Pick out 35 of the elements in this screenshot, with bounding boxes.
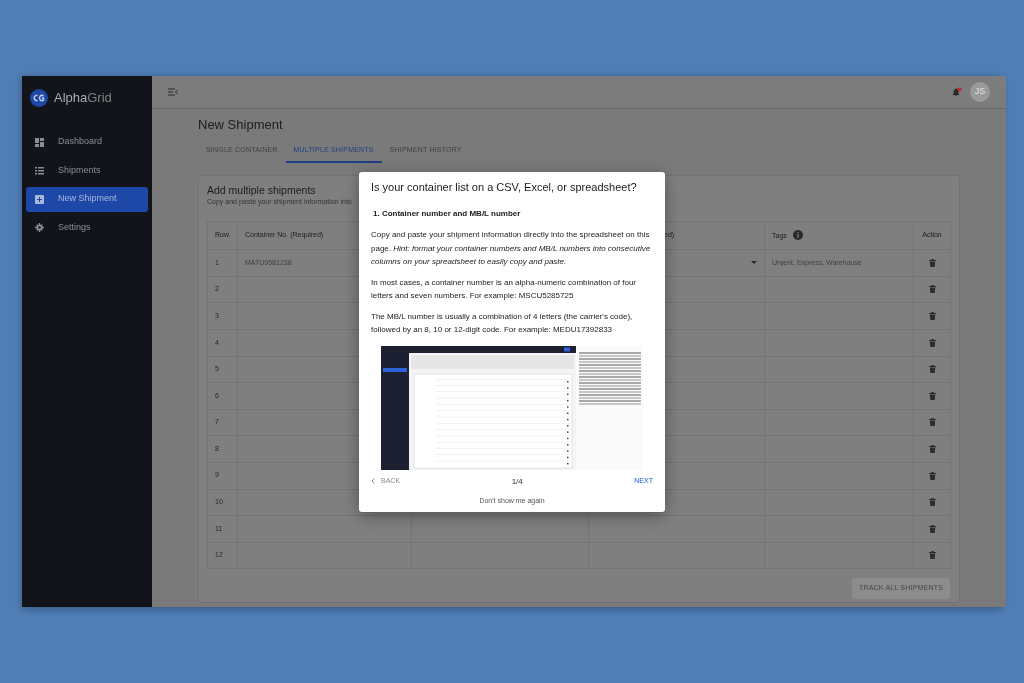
trash-icon[interactable] xyxy=(928,312,936,321)
trash-icon[interactable] xyxy=(928,524,936,533)
step-heading: 1. Container number and MB/L number xyxy=(373,208,522,221)
list-icon xyxy=(35,166,44,176)
sidebar-item[interactable]: Settings xyxy=(26,215,148,241)
trash-icon[interactable] xyxy=(928,551,936,560)
plus-icon xyxy=(35,194,44,204)
trash-icon[interactable] xyxy=(928,445,936,454)
page-indicator: 1/4 xyxy=(511,475,523,488)
trash-icon[interactable] xyxy=(928,471,936,480)
trash-icon[interactable] xyxy=(928,391,936,400)
page-title: New Shipment xyxy=(198,117,284,133)
trash-icon[interactable] xyxy=(928,365,936,374)
instruction-text: In most cases, a container number is an alpha-numeric combination of four letters and seven numbers. For example: MSCU5285725 xyxy=(371,276,638,303)
dashboard-icon xyxy=(35,137,44,147)
sidebar-item[interactable]: Dashboard xyxy=(26,129,148,155)
trash-icon[interactable] xyxy=(928,498,936,507)
chevron-left-icon xyxy=(371,478,375,485)
trash-icon[interactable] xyxy=(928,285,936,294)
settings-icon xyxy=(35,223,44,233)
instruction-text: The MB/L number is usually a combination of 4 letters (the carrier's code), followed by an 8, 10 or 12-digit code. For example: MEDU17392833 xyxy=(371,310,634,337)
logo-icon xyxy=(30,88,48,107)
dialog-title: Is your container list on a CSV, Excel, or spreadsheet? xyxy=(371,181,638,195)
dropdown-caret-icon[interactable] xyxy=(751,260,757,265)
card-title: Add multiple shipments xyxy=(207,184,316,197)
menu-collapse-icon[interactable] xyxy=(168,88,178,96)
sidebar-item[interactable]: New Shipment xyxy=(26,186,148,212)
notification-bell-icon[interactable] xyxy=(952,87,962,97)
trash-icon[interactable] xyxy=(928,338,936,347)
user-avatar[interactable]: JS xyxy=(970,82,990,102)
trash-icon[interactable] xyxy=(928,258,936,267)
trash-icon[interactable] xyxy=(928,418,936,427)
info-icon[interactable] xyxy=(792,229,803,240)
app-name: AlphaGrid xyxy=(54,89,112,107)
sidebar-item[interactable]: Shipments xyxy=(26,158,148,184)
